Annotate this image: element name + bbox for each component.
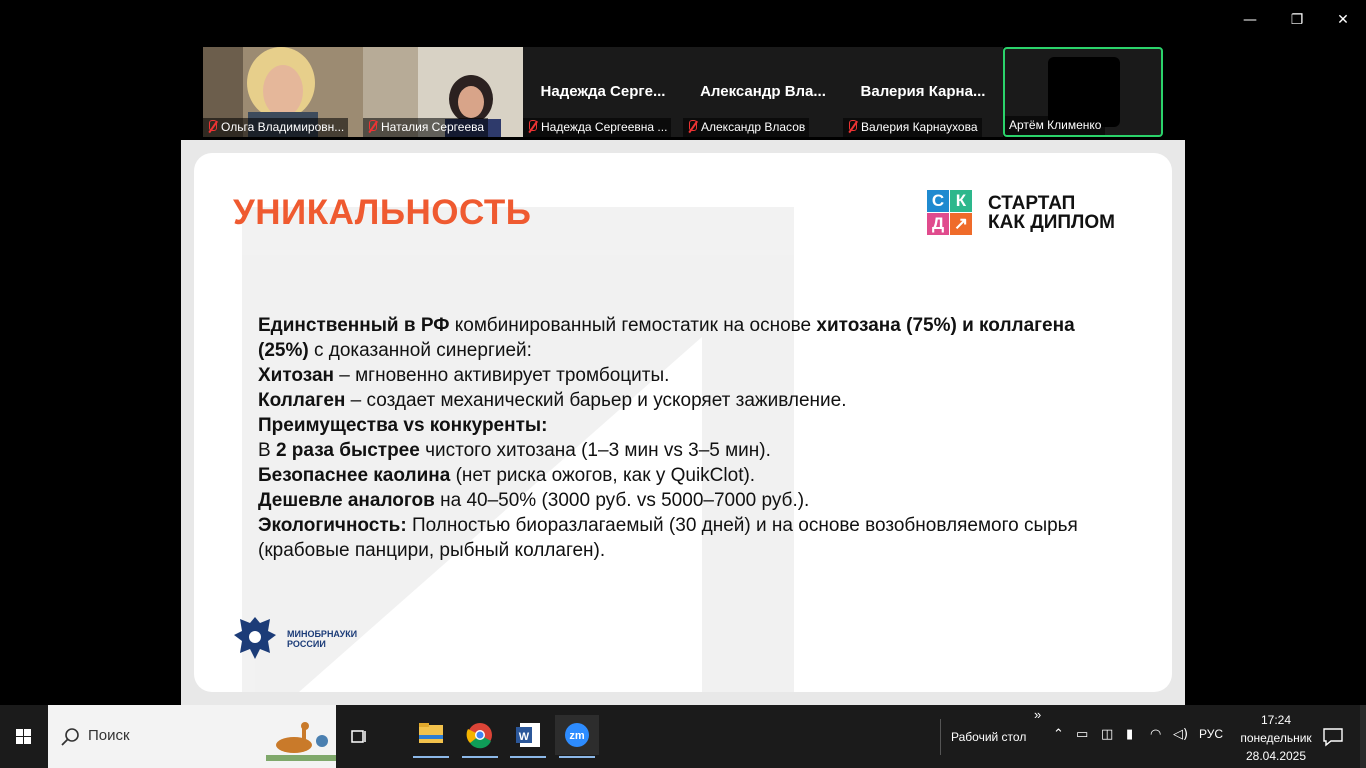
- muted-mic-icon: [207, 120, 217, 133]
- slide-paragraph: Экологичность: Полностью биоразлагаемый …: [258, 515, 1078, 561]
- camera-icon[interactable]: ◫: [1101, 727, 1113, 742]
- clock-date: 28.04.2025: [1245, 749, 1307, 763]
- search-highlight-image: [266, 722, 336, 761]
- logo-text: СТАРТАП КАК ДИПЛОМ: [988, 194, 1115, 232]
- desktop-toolbar-label[interactable]: Рабочий стол: [951, 730, 1026, 744]
- participant-label: Ольга Владимировн...: [203, 118, 349, 137]
- search-placeholder: Поиск: [88, 727, 130, 744]
- participant-label: Валерия Карнаухова: [843, 118, 982, 137]
- participant-name: Валерия Карна...: [860, 83, 986, 100]
- notifications-icon[interactable]: [1322, 727, 1344, 747]
- svg-text:zm: zm: [569, 730, 585, 742]
- restore-button[interactable]: ❐: [1287, 10, 1307, 30]
- muted-mic-icon: [527, 120, 537, 133]
- logo-letter: С: [927, 190, 949, 212]
- chrome-icon: [466, 723, 492, 749]
- show-hidden-icons-icon[interactable]: ⌃: [1053, 727, 1064, 742]
- coat-of-arms-icon: [234, 617, 276, 659]
- microphone-icon[interactable]: ▮: [1126, 727, 1133, 742]
- wifi-icon[interactable]: ◠: [1150, 727, 1161, 742]
- slide-paragraph: Коллаген – создает механический барьер и…: [258, 390, 847, 411]
- start-button[interactable]: [0, 705, 48, 768]
- clock-time: 17:24: [1260, 713, 1292, 727]
- participant-label: Надежда Сергеевна ...: [523, 118, 672, 137]
- slide-paragraph: Единственный в РФ комбинированный гемост…: [258, 315, 1075, 361]
- participant-tile-1[interactable]: Ольга Владимировн...: [203, 47, 363, 137]
- slide-title: УНИКАЛЬНОСТЬ: [233, 193, 532, 232]
- ministry-line: МИНОБРНАУКИ: [287, 629, 358, 639]
- taskbar-search-box[interactable]: Поиск: [48, 705, 336, 768]
- minimize-button[interactable]: —: [1240, 10, 1260, 30]
- muted-mic-icon: [847, 120, 857, 133]
- slide-paragraph: В 2 раза быстрее чистого хитозана (1–3 м…: [258, 440, 771, 461]
- taskbar-divider: [940, 719, 941, 755]
- participant-tile-2[interactable]: Наталия Сергеева: [363, 47, 523, 137]
- toolbar-overflow[interactable]: »: [1034, 707, 1041, 722]
- startup-diploma-logo: С К Д ↗ СТАРТАП КАК ДИПЛОМ: [927, 189, 1147, 237]
- chrome-app[interactable]: [458, 715, 502, 758]
- slide-paragraph: Безопаснее каолина (нет риска ожогов, ка…: [258, 465, 756, 486]
- participant-strip: Ольга Владимировн... Наталия Сергеева На…: [203, 47, 1163, 137]
- logo-arrow-icon: ↗: [950, 213, 972, 235]
- slide-paragraph: Хитозан – мгновенно активирует тромбоцит…: [258, 365, 670, 386]
- logo-line: СТАРТАП: [988, 193, 1076, 214]
- participant-label: Александр Власов: [683, 118, 810, 137]
- logo-line: КАК ДИПЛОМ: [988, 212, 1115, 233]
- close-button[interactable]: ✕: [1333, 10, 1353, 30]
- participant-tile-3[interactable]: Надежда Серге... Надежда Сергеевна ...: [523, 47, 683, 137]
- logo-letter: Д: [927, 213, 949, 235]
- ministry-line: РОССИИ: [287, 639, 326, 649]
- participant-tile-4[interactable]: Александр Вла... Александр Власов: [683, 47, 843, 137]
- taskbar-clock[interactable]: 17:24 понедельник 28.04.2025: [1234, 711, 1318, 765]
- folder-icon: [419, 723, 443, 743]
- presentation-slide: УНИКАЛЬНОСТЬ С К Д ↗ СТАРТАП КАК ДИПЛОМ …: [194, 153, 1172, 692]
- participant-tile-6-active-speaker[interactable]: Артём Клименко: [1003, 47, 1163, 137]
- participant-name: Надежда Серге...: [540, 83, 666, 100]
- word-app[interactable]: W: [506, 715, 550, 758]
- muted-mic-icon: [687, 120, 697, 133]
- file-explorer-app[interactable]: [409, 715, 453, 758]
- zoom-icon: zm: [565, 723, 589, 747]
- windows-icon: [16, 729, 31, 744]
- task-view-icon[interactable]: [350, 727, 370, 747]
- slide-body: Единственный в РФ комбинированный гемост…: [258, 313, 1118, 563]
- show-desktop-button[interactable]: [1360, 705, 1366, 768]
- participant-label: Артём Клименко: [1005, 116, 1106, 135]
- clock-weekday: понедельник: [1240, 731, 1312, 745]
- ministry-logo: МИНОБРНАУКИ РОССИИ: [232, 613, 432, 665]
- volume-icon[interactable]: ◁): [1173, 727, 1188, 742]
- svg-text:W: W: [519, 731, 530, 743]
- windows-taskbar: Поиск W zm » Рабочий стол ⌃ ▭ ◫ ▮ ◠ ◁) Р…: [0, 705, 1366, 768]
- logo-letter: К: [950, 190, 972, 212]
- zoom-app[interactable]: zm: [555, 715, 599, 758]
- battery-icon[interactable]: ▭: [1076, 727, 1088, 742]
- language-indicator[interactable]: РУС: [1199, 727, 1223, 741]
- search-icon: [61, 728, 79, 746]
- ministry-text: МИНОБРНАУКИ РОССИИ: [287, 629, 357, 649]
- participant-name: Александр Вла...: [700, 83, 826, 100]
- word-icon: W: [516, 723, 540, 747]
- slide-paragraph: Преимущества vs конкуренты:: [258, 415, 548, 436]
- muted-mic-icon: [367, 120, 377, 133]
- participant-label: Наталия Сергеева: [363, 118, 489, 137]
- slide-paragraph: Дешевле аналогов на 40–50% (3000 руб. vs…: [258, 490, 810, 511]
- zoom-meeting-window: — ❐ ✕ Ольга Владимировн... Наталия Серге…: [0, 0, 1366, 768]
- participant-tile-5[interactable]: Валерия Карна... Валерия Карнаухова: [843, 47, 1003, 137]
